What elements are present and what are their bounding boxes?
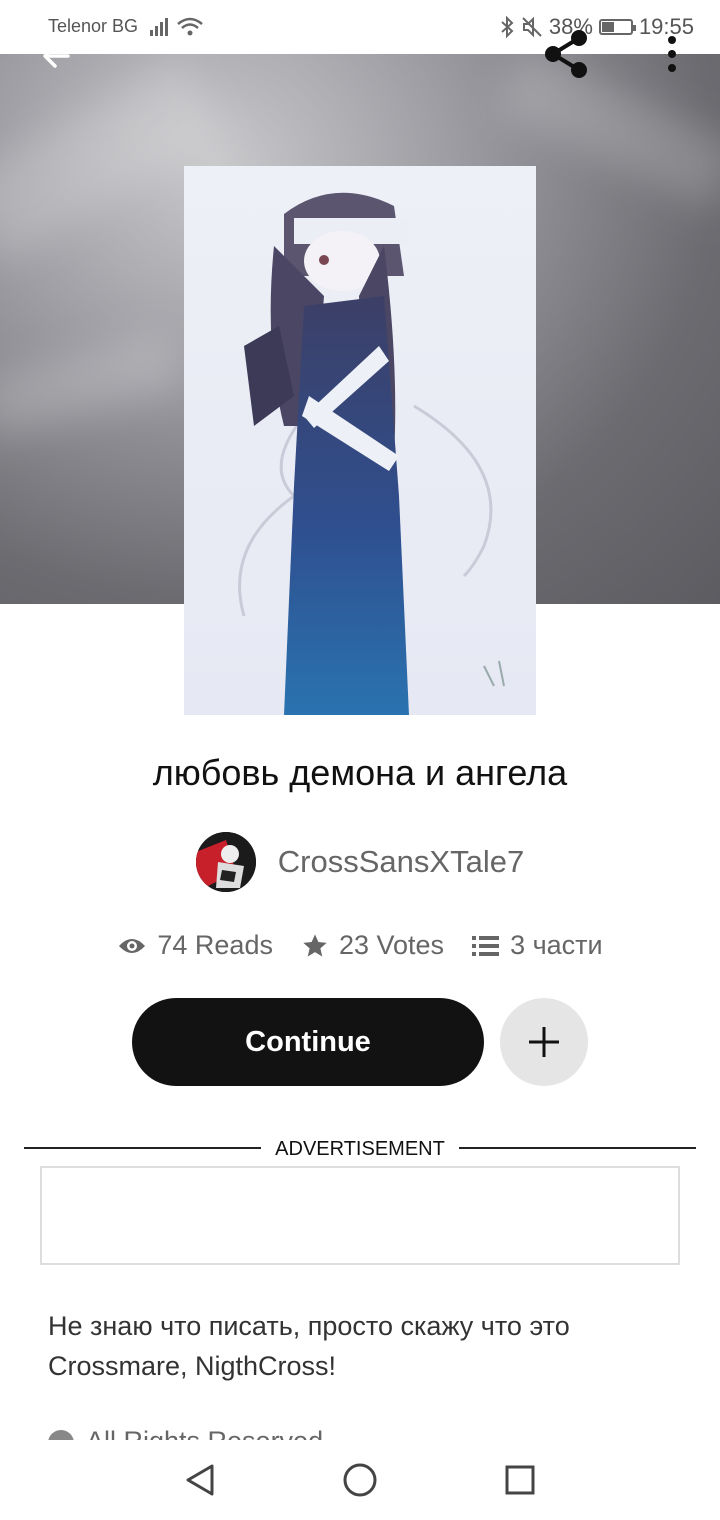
story-stats: 74 Reads 23 Votes 3 части <box>0 930 720 961</box>
circle-home-icon <box>343 1463 377 1497</box>
cover-illustration <box>238 192 505 715</box>
back-button[interactable] <box>28 28 84 84</box>
votes-count: 23 Votes <box>338 930 445 960</box>
star-icon <box>303 933 327 956</box>
advertisement-slot[interactable] <box>40 1166 680 1265</box>
eye-icon <box>119 938 146 953</box>
author-row[interactable]: CrossSansXTale7 <box>0 832 720 892</box>
reads-stat: 74 Reads <box>117 930 273 961</box>
battery-icon <box>598 19 636 35</box>
triangle-back-icon <box>186 1464 214 1496</box>
nav-home-button[interactable] <box>340 1460 380 1500</box>
advertisement-label: ADVERTISEMENT <box>261 1138 459 1160</box>
nav-back-button[interactable] <box>180 1460 220 1500</box>
share-icon <box>545 30 587 78</box>
parts-count: 3 части <box>510 930 603 960</box>
votes-stat: 23 Votes <box>301 930 444 961</box>
story-description: Не знаю что писать, просто скажу что это… <box>48 1306 678 1386</box>
description-line-1: Не знаю что писать, просто скажу что это <box>48 1311 570 1341</box>
more-options-button[interactable] <box>644 26 700 82</box>
add-to-library-button[interactable] <box>500 998 588 1086</box>
author-avatar[interactable] <box>195 832 256 892</box>
story-title: любовь демона и ангела <box>152 752 568 793</box>
status-bar: Telenor BG 38% 19:55 <box>0 0 720 54</box>
plus-icon <box>529 1027 559 1057</box>
arrow-left-icon <box>43 44 70 68</box>
share-button[interactable] <box>538 26 594 82</box>
story-cover-image[interactable] <box>184 166 536 715</box>
reads-count: 74 Reads <box>157 930 273 960</box>
author-name[interactable]: CrossSansXTale7 <box>278 844 524 880</box>
parts-stat: 3 части <box>472 930 603 961</box>
bluetooth-icon <box>501 15 514 39</box>
more-vertical-icon <box>668 36 676 72</box>
system-navigation-bar <box>0 1440 720 1520</box>
continue-reading-button[interactable]: Continue <box>132 998 484 1086</box>
nav-recents-button[interactable] <box>500 1460 540 1500</box>
description-line-2: Crossmare, NigthCross! <box>48 1351 337 1381</box>
signal-wifi-icons <box>150 14 206 44</box>
advertisement-header: ADVERTISEMENT <box>24 1134 696 1162</box>
square-recents-icon <box>505 1465 535 1495</box>
list-icon <box>472 935 500 956</box>
